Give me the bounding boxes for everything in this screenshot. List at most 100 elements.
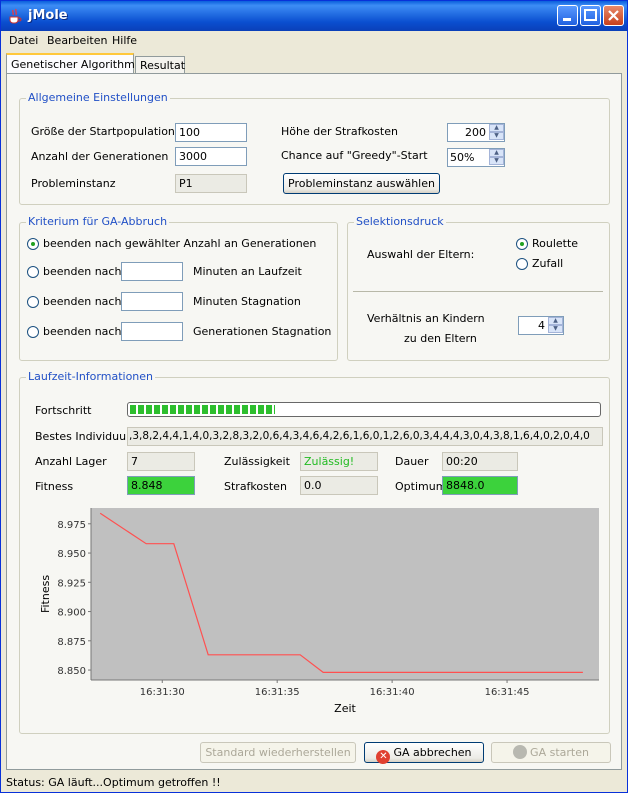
tab-genetischer-algorithmus[interactable]: Genetischer Algorithmus bbox=[6, 53, 148, 74]
y-tick-label: 8.975 bbox=[57, 520, 86, 531]
progress-fill bbox=[130, 405, 276, 414]
maximize-button[interactable] bbox=[580, 5, 601, 26]
y-tick-label: 8.850 bbox=[57, 666, 86, 677]
roulette-label: Roulette bbox=[532, 237, 579, 250]
window-title: jMole bbox=[28, 8, 68, 23]
abort-criterion-legend: Kriterium für GA-Abbruch bbox=[26, 215, 170, 228]
spin-up-icon[interactable]: ▲ bbox=[489, 149, 504, 157]
penalty-cost-label: Strafkosten bbox=[224, 480, 287, 493]
menu-datei[interactable]: Datei bbox=[9, 34, 38, 47]
menu-bar: Datei Bearbeiten Hilfe bbox=[1, 31, 627, 51]
progress-bar bbox=[127, 402, 601, 417]
ratio-label-line1: Verhältnis an Kindern bbox=[367, 312, 485, 325]
stop-icon: ✕ bbox=[376, 750, 391, 764]
start-ga-button[interactable]: GA starten bbox=[491, 742, 611, 763]
abort-runtime-input[interactable] bbox=[121, 262, 183, 281]
tab-panel-ga: Allgemeine Einstellungen Größe der Start… bbox=[6, 73, 622, 770]
greedy-label: Chance auf "Greedy"-Start bbox=[281, 149, 428, 162]
abort-option-2-label: beenden nach bbox=[43, 265, 122, 278]
fitness-label: Fitness bbox=[35, 480, 74, 493]
ratio-label-line2: zu den Eltern bbox=[404, 332, 477, 345]
abort-option-1-label: beenden nach gewählter Anzahl an Generat… bbox=[43, 237, 317, 250]
spin-up-icon[interactable]: ▲ bbox=[489, 124, 504, 132]
best-individual-label: Bestes Individuum bbox=[35, 430, 137, 443]
validity-label: Zulässigkeit bbox=[224, 455, 290, 468]
y-axis-title: Fitness bbox=[39, 575, 52, 613]
instance-label: Probleminstanz bbox=[31, 177, 116, 190]
runtime-info-legend: Laufzeit-Informationen bbox=[26, 370, 156, 383]
spin-down-icon[interactable]: ▼ bbox=[489, 157, 504, 165]
x-tick-label: 16:31:30 bbox=[140, 687, 185, 698]
stock-count-field: 7 bbox=[127, 452, 195, 471]
instance-field: P1 bbox=[175, 174, 247, 193]
validity-field: Zulässig! bbox=[300, 452, 378, 471]
title-bar[interactable]: jMole bbox=[1, 1, 627, 31]
minimize-icon bbox=[563, 18, 571, 21]
status-bar: Status: GA läuft...Optimum getroffen !! bbox=[6, 776, 221, 789]
penalty-spinner[interactable]: 200 ▲ ▼ bbox=[447, 123, 505, 142]
fitness-chart: 8.975 8.950 8.925 8.900 8.875 8.850 16:31:30 16… bbox=[31, 508, 601, 720]
random-label: Zufall bbox=[532, 257, 564, 270]
start-icon bbox=[513, 745, 528, 759]
fitness-field: 8.848 bbox=[127, 476, 195, 495]
start-population-label: Größe der Startpopulation bbox=[31, 125, 175, 138]
penalty-label: Höhe der Strafkosten bbox=[281, 125, 398, 138]
menu-hilfe[interactable]: Hilfe bbox=[112, 34, 137, 47]
penalty-value: 200 bbox=[465, 126, 486, 139]
generations-input[interactable]: 3000 bbox=[175, 147, 247, 166]
ratio-spinner[interactable]: 4 ▲ ▼ bbox=[518, 316, 564, 335]
select-instance-button[interactable]: Probleminstanz auswählen bbox=[283, 173, 440, 194]
stock-count-label: Anzahl Lager bbox=[35, 455, 107, 468]
tab-resultat[interactable]: Resultat bbox=[135, 56, 185, 74]
penalty-spinner-arrows[interactable]: ▲ ▼ bbox=[489, 124, 504, 141]
x-tick-label: 16:31:35 bbox=[255, 687, 300, 698]
random-radio[interactable] bbox=[516, 258, 528, 270]
x-axis-title: Zeit bbox=[334, 702, 356, 715]
abort-ga-label: GA abbrechen bbox=[393, 746, 472, 759]
chart-plot-area bbox=[91, 508, 599, 680]
close-button[interactable] bbox=[603, 5, 624, 26]
spin-up-icon[interactable]: ▲ bbox=[548, 317, 563, 325]
close-icon bbox=[608, 10, 619, 21]
abort-stagnation-minutes-input[interactable] bbox=[121, 292, 183, 311]
selection-divider bbox=[353, 291, 603, 292]
start-population-input[interactable]: 100 bbox=[175, 123, 247, 142]
roulette-radio[interactable] bbox=[516, 238, 528, 250]
abort-option-3-suffix: Minuten Stagnation bbox=[193, 295, 301, 308]
minimize-button[interactable] bbox=[557, 5, 578, 26]
spin-down-icon[interactable]: ▼ bbox=[548, 325, 563, 333]
menu-bearbeiten[interactable]: Bearbeiten bbox=[47, 34, 107, 47]
spin-down-icon[interactable]: ▼ bbox=[489, 132, 504, 140]
generations-label: Anzahl der Generationen bbox=[31, 150, 169, 163]
x-tick-label: 16:31:40 bbox=[370, 687, 415, 698]
duration-label: Dauer bbox=[395, 455, 429, 468]
abort-ga-button[interactable]: ✕ GA abbrechen bbox=[364, 742, 484, 764]
selection-pressure-legend: Selektionsdruck bbox=[354, 215, 446, 228]
penalty-cost-field: 0.0 bbox=[300, 476, 378, 495]
general-settings-legend: Allgemeine Einstellungen bbox=[26, 91, 170, 104]
best-individual-field: ,3,8,2,4,4,1,4,0,3,2,8,3,2,0,6,4,3,4,6,4… bbox=[127, 427, 603, 446]
start-ga-label: GA starten bbox=[530, 746, 589, 759]
progress-label: Fortschritt bbox=[35, 404, 92, 417]
abort-generations-radio[interactable] bbox=[27, 238, 39, 250]
greedy-spinner[interactable]: 50% ▲ ▼ bbox=[447, 148, 505, 167]
x-tick-label: 16:31:45 bbox=[485, 687, 530, 698]
abort-stagnation-generations-radio[interactable] bbox=[27, 326, 39, 338]
abort-stagnation-minutes-radio[interactable] bbox=[27, 296, 39, 308]
greedy-value: 50% bbox=[450, 151, 475, 164]
y-tick-label: 8.925 bbox=[57, 578, 86, 589]
greedy-spinner-arrows[interactable]: ▲ ▼ bbox=[489, 149, 504, 166]
app-window: jMole Datei Bearbeiten Hilfe Genetischer… bbox=[0, 0, 628, 793]
abort-option-2-suffix: Minuten an Laufzeit bbox=[193, 265, 302, 278]
duration-field: 00:20 bbox=[442, 452, 518, 471]
ratio-spinner-arrows[interactable]: ▲ ▼ bbox=[548, 317, 563, 334]
y-tick-label: 8.950 bbox=[57, 549, 86, 560]
restore-defaults-button[interactable]: Standard wiederherstellen bbox=[200, 742, 356, 763]
abort-runtime-radio[interactable] bbox=[27, 266, 39, 278]
abort-stagnation-generations-input[interactable] bbox=[121, 322, 183, 341]
optimum-label: Optimum bbox=[395, 480, 447, 493]
y-tick-label: 8.875 bbox=[57, 637, 86, 648]
abort-option-4-label: beenden nach bbox=[43, 325, 122, 338]
optimum-field: 8848.0 bbox=[442, 476, 518, 495]
parents-selection-label: Auswahl der Eltern: bbox=[367, 248, 475, 261]
